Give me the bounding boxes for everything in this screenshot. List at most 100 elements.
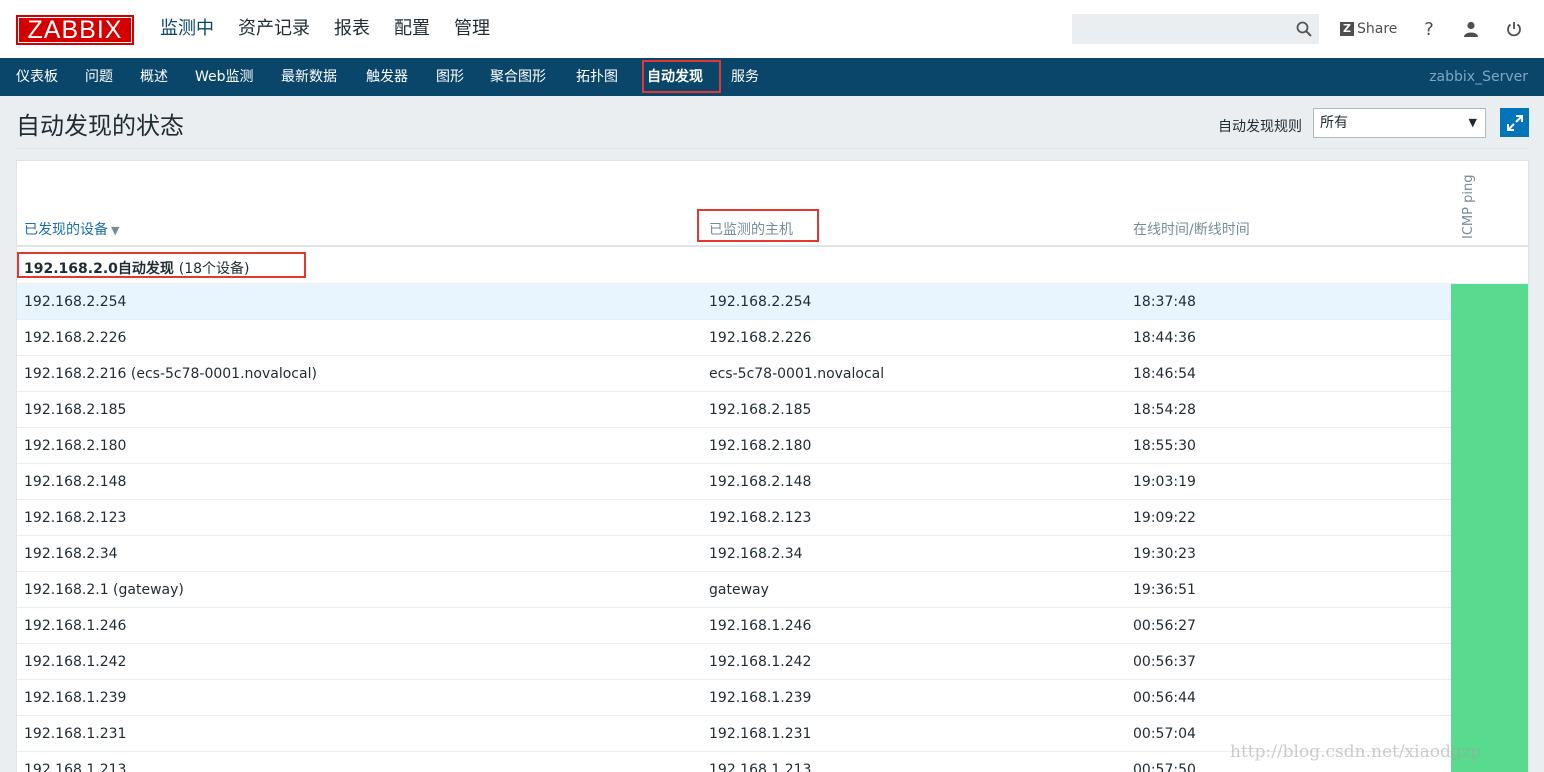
icmp-ping-status xyxy=(1451,392,1528,428)
time-cell: 18:44:36 xyxy=(1133,330,1196,346)
icmp-ping-status xyxy=(1451,500,1528,536)
time-cell: 00:56:44 xyxy=(1133,690,1196,706)
host-cell: 192.168.2.226 xyxy=(709,330,812,346)
device-cell: 192.168.1.213 xyxy=(24,762,127,772)
fullscreen-button[interactable] xyxy=(1500,108,1529,137)
time-cell: 18:37:48 xyxy=(1133,294,1196,310)
search-input[interactable] xyxy=(1072,14,1319,44)
host-cell: 192.168.1.242 xyxy=(709,654,812,670)
device-cell: 192.168.2.123 xyxy=(24,510,127,526)
icmp-ping-status xyxy=(1451,428,1528,464)
time-cell: 18:55:30 xyxy=(1133,438,1196,454)
group-row: 192.168.2.0自动发现 (18个设备) xyxy=(17,248,1528,284)
main-menu-monitoring[interactable]: 监测中 xyxy=(160,0,214,58)
icmp-ping-status xyxy=(1451,644,1528,680)
zabbix-logo[interactable]: ZABBIX xyxy=(16,15,134,45)
device-cell: 192.168.2.148 xyxy=(24,474,127,490)
subnav-triggers[interactable]: 触发器 xyxy=(366,58,408,96)
top-header: ZABBIX 监测中 资产记录 报表 配置 管理 Z Share ? xyxy=(0,0,1544,58)
table-row: 192.168.1.246 192.168.1.246 00:56:27 xyxy=(17,608,1528,644)
logout-icon[interactable] xyxy=(1503,18,1525,40)
column-discovered-device[interactable]: 已发现的设备 ▼ xyxy=(24,219,119,239)
time-cell: 19:03:19 xyxy=(1133,474,1196,490)
main-menu-reports[interactable]: 报表 xyxy=(334,0,370,58)
discovery-rule-value: 所有 xyxy=(1320,115,1348,131)
subnav-overview[interactable]: 概述 xyxy=(140,58,168,96)
subnav-dashboard[interactable]: 仪表板 xyxy=(16,58,58,96)
discovery-table: 已发现的设备 ▼ 已监测的主机 在线时间/断线时间 ICMP ping 192.1… xyxy=(16,160,1529,772)
device-cell: 192.168.2.1 (gateway) xyxy=(24,582,184,598)
table-row: 192.168.2.254 192.168.2.254 18:37:48 xyxy=(17,284,1528,320)
device-cell: 192.168.2.34 xyxy=(24,546,118,562)
device-cell: 192.168.2.185 xyxy=(24,402,127,418)
icmp-ping-status xyxy=(1451,536,1528,572)
table-row: 192.168.1.242 192.168.1.242 00:56:37 xyxy=(17,644,1528,680)
column-uptime-downtime: 在线时间/断线时间 xyxy=(1133,222,1250,238)
table-row: 192.168.2.180 192.168.2.180 18:55:30 xyxy=(17,428,1528,464)
main-menu-administration[interactable]: 管理 xyxy=(454,0,490,58)
host-cell: gateway xyxy=(709,582,769,598)
table-row: 192.168.2.148 192.168.2.148 19:03:19 xyxy=(17,464,1528,500)
share-icon: Z xyxy=(1340,22,1354,36)
group-device-count: (18个设备) xyxy=(178,261,250,277)
host-cell: 192.168.2.34 xyxy=(709,546,803,562)
sub-nav: 仪表板 问题 概述 Web监测 最新数据 触发器 图形 聚合图形 拓扑图 自动发… xyxy=(0,58,1544,96)
device-cell: 192.168.1.246 xyxy=(24,618,127,634)
table-row: 192.168.2.216 (ecs-5c78-0001.novalocal) … xyxy=(17,356,1528,392)
subnav-problems[interactable]: 问题 xyxy=(85,58,113,96)
device-cell: 192.168.1.242 xyxy=(24,654,127,670)
time-cell: 18:46:54 xyxy=(1133,366,1196,382)
icmp-ping-status xyxy=(1451,680,1528,716)
search-icon[interactable] xyxy=(1296,21,1312,37)
table-row: 192.168.2.34 192.168.2.34 19:30:23 xyxy=(17,536,1528,572)
table-row: 192.168.1.239 192.168.1.239 00:56:44 xyxy=(17,680,1528,716)
subnav-latest-data[interactable]: 最新数据 xyxy=(281,58,337,96)
host-cell: ecs-5c78-0001.novalocal xyxy=(709,366,885,382)
host-cell: 192.168.2.180 xyxy=(709,438,812,454)
user-icon[interactable] xyxy=(1460,18,1482,40)
annotation-box-discovery xyxy=(642,60,721,93)
time-cell: 19:30:23 xyxy=(1133,546,1196,562)
table-header: 已发现的设备 ▼ 已监测的主机 在线时间/断线时间 ICMP ping xyxy=(17,161,1528,247)
time-cell: 00:56:27 xyxy=(1133,618,1196,634)
column-icmp-ping: ICMP ping xyxy=(1461,174,1476,239)
time-cell: 18:54:28 xyxy=(1133,402,1196,418)
host-cell: 192.168.1.231 xyxy=(709,726,812,742)
watermark: http://blog.csdn.net/xiaodgzp xyxy=(1230,742,1482,762)
table-row: 192.168.2.226 192.168.2.226 18:44:36 xyxy=(17,320,1528,356)
discovery-rule-select[interactable]: 所有 ▼ xyxy=(1313,108,1486,138)
time-cell: 00:56:37 xyxy=(1133,654,1196,670)
main-menu-configuration[interactable]: 配置 xyxy=(394,0,430,58)
help-icon[interactable]: ? xyxy=(1418,18,1440,40)
share-link[interactable]: Z Share xyxy=(1340,19,1397,39)
subnav-services[interactable]: 服务 xyxy=(731,58,759,96)
icmp-ping-status xyxy=(1451,356,1528,392)
icmp-ping-status xyxy=(1451,284,1528,320)
subnav-graphs[interactable]: 图形 xyxy=(436,58,464,96)
page-title: 自动发现的状态 xyxy=(16,112,184,140)
sort-arrow-icon: ▼ xyxy=(111,224,120,237)
host-cell: 192.168.2.185 xyxy=(709,402,812,418)
device-cell: 192.168.1.231 xyxy=(24,726,127,742)
subnav-maps[interactable]: 拓扑图 xyxy=(576,58,618,96)
group-name: 192.168.2.0自动发现 (18个设备) xyxy=(24,261,250,277)
device-cell: 192.168.2.180 xyxy=(24,438,127,454)
host-cell: 192.168.2.148 xyxy=(709,474,812,490)
subnav-screens[interactable]: 聚合图形 xyxy=(490,58,546,96)
subnav-web[interactable]: Web监测 xyxy=(195,58,254,96)
device-cell: 192.168.1.239 xyxy=(24,690,127,706)
fullscreen-icon xyxy=(1506,114,1523,131)
host-cell: 192.168.2.123 xyxy=(709,510,812,526)
server-name: zabbix_Server xyxy=(1429,69,1528,85)
table-row: 192.168.2.1 (gateway) gateway 19:36:51 xyxy=(17,572,1528,608)
host-cell: 192.168.1.246 xyxy=(709,618,812,634)
filter-label: 自动发现规则 xyxy=(1218,119,1302,135)
main-menu-inventory[interactable]: 资产记录 xyxy=(238,0,310,58)
device-cell: 192.168.2.226 xyxy=(24,330,127,346)
host-cell: 192.168.2.254 xyxy=(709,294,812,310)
icmp-ping-status xyxy=(1451,320,1528,356)
time-cell: 19:09:22 xyxy=(1133,510,1196,526)
device-cell: 192.168.2.216 (ecs-5c78-0001.novalocal) xyxy=(24,366,317,382)
time-cell: 19:36:51 xyxy=(1133,582,1196,598)
icmp-ping-status xyxy=(1451,464,1528,500)
